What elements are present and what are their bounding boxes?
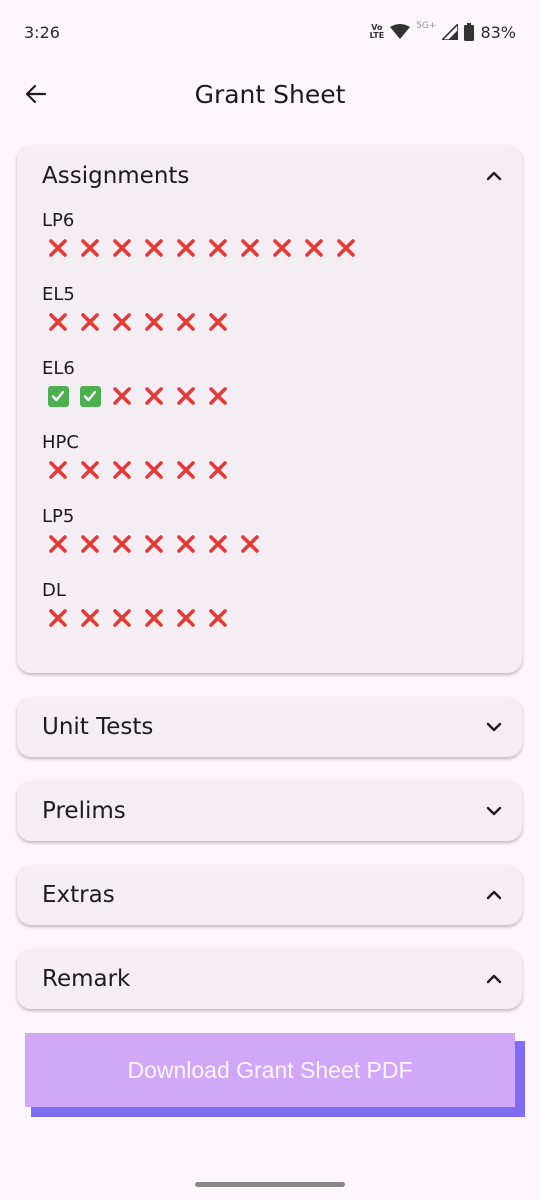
status-icons: Vo LTE 5G+ 83% bbox=[369, 21, 516, 42]
cross-icon bbox=[47, 459, 69, 481]
section-header[interactable]: Unit Tests bbox=[17, 697, 522, 757]
subject-list: LP6 EL5 EL6 HPC LP5 DL bbox=[17, 209, 522, 632]
cross-icon bbox=[47, 237, 69, 259]
assignments-title: Assignments bbox=[42, 163, 190, 189]
cross-icon bbox=[47, 607, 69, 629]
subject-lp5: LP5 bbox=[17, 505, 522, 558]
arrow-left-icon bbox=[25, 84, 47, 104]
assignments-header[interactable]: Assignments bbox=[17, 145, 522, 207]
signal-icon bbox=[442, 24, 459, 40]
cross-icon bbox=[239, 533, 261, 555]
cross-icon bbox=[175, 459, 197, 481]
subject-name: EL5 bbox=[42, 284, 75, 305]
battery-icon bbox=[464, 23, 475, 41]
cross-icon bbox=[111, 385, 133, 407]
subject-dl: DL bbox=[17, 579, 522, 632]
download-button-wrap: Download Grant Sheet PDF bbox=[25, 1033, 525, 1117]
cross-icon bbox=[175, 237, 197, 259]
subject-marks bbox=[42, 308, 522, 336]
section-prelims[interactable]: Prelims bbox=[17, 781, 522, 841]
cross-icon bbox=[79, 533, 101, 555]
cross-icon bbox=[207, 311, 229, 333]
chevron-up-icon bbox=[484, 166, 504, 186]
cross-icon bbox=[207, 459, 229, 481]
subject-name: EL6 bbox=[42, 358, 75, 379]
subject-name: DL bbox=[42, 580, 66, 601]
subject-el6: EL6 bbox=[17, 357, 522, 410]
cross-icon bbox=[143, 311, 165, 333]
cross-icon bbox=[111, 533, 133, 555]
cross-icon bbox=[175, 311, 197, 333]
section-title: Prelims bbox=[42, 798, 126, 824]
cross-icon bbox=[143, 385, 165, 407]
cross-icon bbox=[143, 237, 165, 259]
subject-marks bbox=[42, 234, 522, 262]
cross-icon bbox=[111, 459, 133, 481]
subject-marks bbox=[42, 382, 522, 410]
section-extras[interactable]: Extras bbox=[17, 865, 522, 925]
chevron-up-icon bbox=[484, 969, 504, 989]
subject-hpc: HPC bbox=[17, 431, 522, 484]
cross-icon bbox=[207, 385, 229, 407]
cross-icon bbox=[79, 237, 101, 259]
section-unit-tests[interactable]: Unit Tests bbox=[17, 697, 522, 757]
cross-icon bbox=[143, 607, 165, 629]
cross-icon bbox=[207, 533, 229, 555]
battery-level: 83% bbox=[480, 22, 516, 42]
chevron-down-icon bbox=[484, 717, 504, 737]
wifi-icon bbox=[390, 24, 411, 39]
chevron-down-icon bbox=[484, 801, 504, 821]
page-title: Grant Sheet bbox=[194, 79, 346, 109]
subject-name: LP6 bbox=[42, 210, 75, 231]
cross-icon bbox=[175, 533, 197, 555]
assignments-card: Assignments LP6 EL5 EL6 HPC LP5 DL bbox=[17, 145, 522, 673]
subject-marks bbox=[42, 456, 522, 484]
section-title: Remark bbox=[42, 966, 131, 992]
cross-icon bbox=[175, 607, 197, 629]
section-remark[interactable]: Remark bbox=[17, 949, 522, 1009]
section-header[interactable]: Prelims bbox=[17, 781, 522, 841]
cross-icon bbox=[335, 237, 357, 259]
home-indicator[interactable] bbox=[195, 1182, 345, 1187]
section-title: Extras bbox=[42, 882, 115, 908]
cross-icon bbox=[143, 533, 165, 555]
cross-icon bbox=[239, 237, 261, 259]
status-time: 3:26 bbox=[24, 22, 60, 42]
back-button[interactable] bbox=[18, 76, 54, 112]
cross-icon bbox=[79, 607, 101, 629]
section-title: Unit Tests bbox=[42, 714, 154, 740]
app-bar: Grant Sheet bbox=[0, 64, 540, 124]
cross-icon bbox=[47, 311, 69, 333]
cross-icon bbox=[111, 607, 133, 629]
cross-icon bbox=[207, 607, 229, 629]
cross-icon bbox=[79, 459, 101, 481]
cross-icon bbox=[207, 237, 229, 259]
cross-icon bbox=[175, 385, 197, 407]
status-bar: 3:26 Vo LTE 5G+ 83% bbox=[0, 0, 540, 64]
cross-icon bbox=[47, 533, 69, 555]
check-icon bbox=[79, 385, 101, 407]
subject-marks bbox=[42, 604, 522, 632]
cross-icon bbox=[303, 237, 325, 259]
check-icon bbox=[47, 385, 69, 407]
subject-name: HPC bbox=[42, 432, 79, 453]
cross-icon bbox=[111, 311, 133, 333]
subject-el5: EL5 bbox=[17, 283, 522, 336]
cross-icon bbox=[111, 237, 133, 259]
network-type: 5G+ bbox=[416, 21, 437, 31]
subject-lp6: LP6 bbox=[17, 209, 522, 262]
cross-icon bbox=[143, 459, 165, 481]
chevron-up-icon bbox=[484, 885, 504, 905]
section-header[interactable]: Extras bbox=[17, 865, 522, 925]
section-header[interactable]: Remark bbox=[17, 949, 522, 1009]
volte-icon: Vo LTE bbox=[369, 23, 385, 40]
subject-name: LP5 bbox=[42, 506, 75, 527]
subject-marks bbox=[42, 530, 522, 558]
cross-icon bbox=[79, 311, 101, 333]
cross-icon bbox=[271, 237, 293, 259]
download-pdf-button[interactable]: Download Grant Sheet PDF bbox=[25, 1033, 515, 1107]
